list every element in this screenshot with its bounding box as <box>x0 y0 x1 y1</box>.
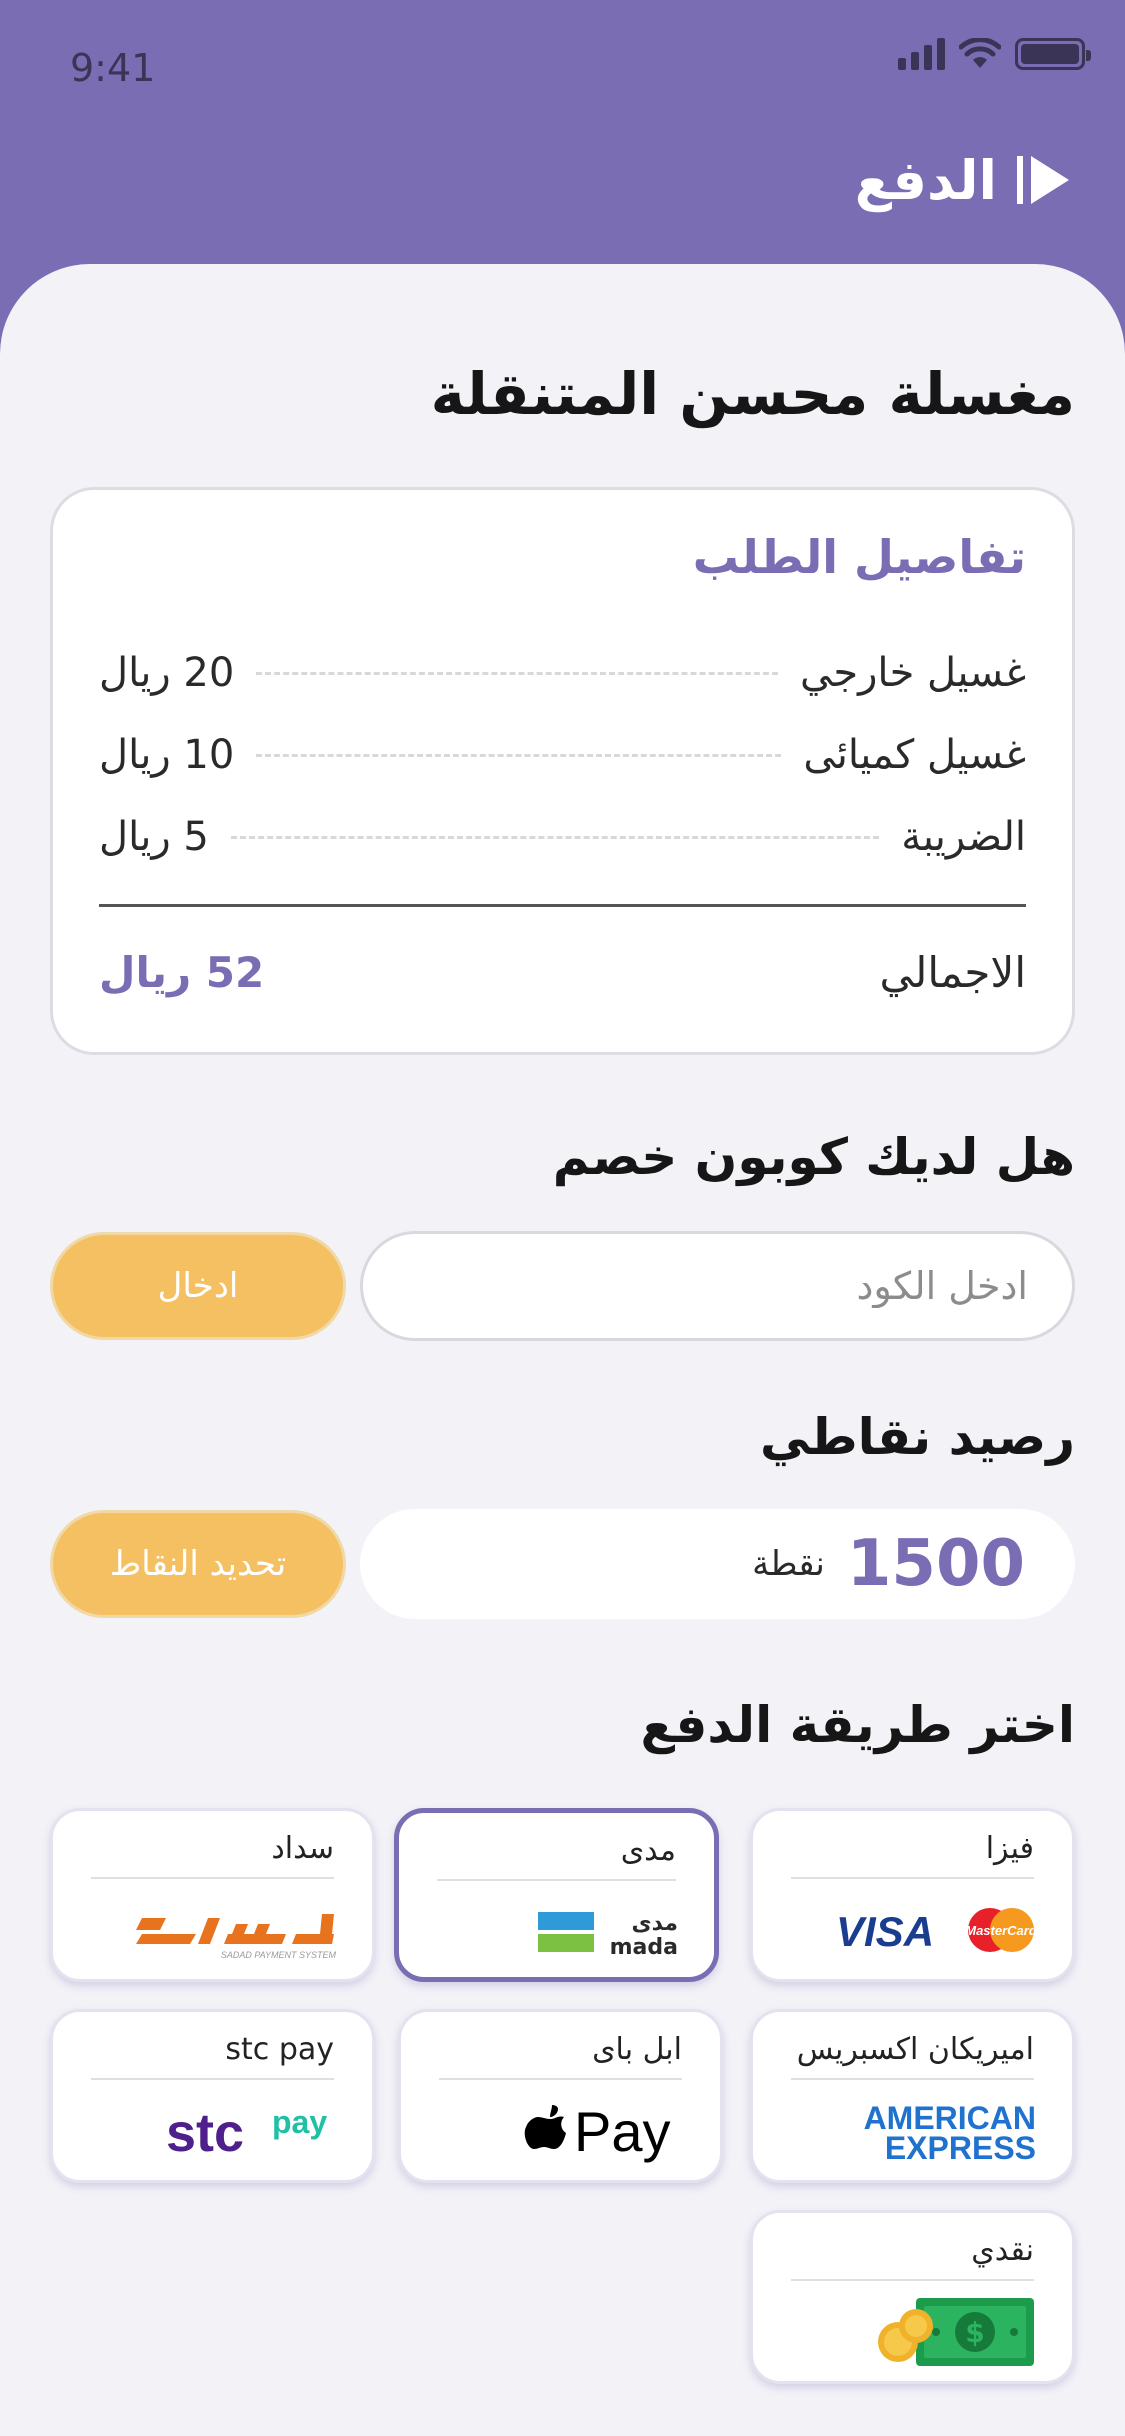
payment-method-stc-pay[interactable]: stc pay stc pay <box>50 2009 375 2183</box>
total-value: 52 ريال <box>99 948 265 997</box>
page-header: الدفع <box>855 140 1073 220</box>
dashed-leader <box>230 835 880 839</box>
total-label: الاجمالي <box>879 948 1026 997</box>
points-value: 1500 <box>846 1527 1025 1601</box>
order-details-title: تفاصيل الطلب <box>692 530 1026 584</box>
stc-pay-text: pay <box>272 2104 327 2140</box>
shop-name: مغسلة محسن المتنقلة <box>430 360 1075 428</box>
payment-method-label: نقدي <box>971 2233 1034 2268</box>
payment-separator <box>91 1877 334 1879</box>
order-line-item: غسيل خارجي 20 ريال <box>99 648 1026 698</box>
apply-coupon-button[interactable]: ادخال <box>50 1232 346 1340</box>
apple-pay-logo-icon: Pay <box>524 2096 684 2166</box>
mada-logo-icon: مدى mada <box>538 1897 678 1967</box>
payment-method-label: فيزا <box>985 1831 1034 1866</box>
payment-method-visa[interactable]: فيزا VISA MasterCard <box>750 1808 1075 1982</box>
order-line-item: غسيل كميائى 10 ريال <box>99 730 1026 780</box>
cellular-signal-icon <box>898 38 945 70</box>
payment-method-label: ابل باى <box>592 2032 682 2067</box>
sadad-logo-icon: SADAD PAYMENT SYSTEM <box>136 1895 336 1965</box>
item-price: 10 ريال <box>99 732 235 778</box>
svg-text:$: $ <box>965 2316 984 2349</box>
back-play-icon[interactable] <box>1017 154 1073 206</box>
payment-method-sadad[interactable]: سداد SADAD PAYMENT SYSTEM <box>50 1808 375 1982</box>
payment-method-label: مدى <box>620 1833 676 1868</box>
points-balance: 1500 نقطة <box>360 1509 1075 1619</box>
coupon-code-input[interactable] <box>360 1231 1075 1341</box>
battery-icon <box>1015 38 1091 70</box>
status-bar: 9:41 <box>0 0 1125 130</box>
points-title: رصيد نقاطي <box>759 1408 1075 1466</box>
status-time: 9:41 <box>70 46 156 90</box>
payment-method-label: اميريكان اكسبريس <box>796 2032 1034 2067</box>
item-name: الضريبة <box>901 814 1026 860</box>
cash-money-icon: $ <box>876 2297 1036 2367</box>
select-points-button[interactable]: تحديد النقاط <box>50 1510 346 1618</box>
wifi-icon <box>959 38 1001 68</box>
order-details-card: تفاصيل الطلب غسيل خارجي 20 ريال غسيل كمي… <box>50 487 1075 1055</box>
points-unit: نقطة <box>752 1544 825 1584</box>
content-sheet: مغسلة محسن المتنقلة تفاصيل الطلب غسيل خا… <box>0 264 1125 2436</box>
sadad-subtitle: SADAD PAYMENT SYSTEM <box>221 1950 336 1960</box>
item-price: 5 ريال <box>99 814 209 860</box>
page-title: الدفع <box>854 148 997 212</box>
stc-pay-logo-icon: stc pay <box>166 2096 336 2166</box>
mada-english-text: mada <box>610 1935 678 1960</box>
apple-pay-text: Pay <box>574 2100 671 2163</box>
dashed-leader <box>256 671 779 675</box>
payment-separator <box>437 1879 676 1881</box>
payment-method-mada[interactable]: مدى مدى mada <box>394 1808 719 1982</box>
payment-separator <box>791 2078 1034 2080</box>
visa-mastercard-logo-icon: VISA MasterCard <box>836 1895 1036 1965</box>
mastercard-text: MasterCard <box>965 1923 1036 1938</box>
payment-method-label: stc pay <box>225 2032 334 2067</box>
visa-text: VISA <box>836 1908 934 1955</box>
amex-logo-icon: AMERICAN EXPRESS <box>836 2096 1036 2166</box>
payment-separator <box>791 1877 1034 1879</box>
mada-arabic-text: مدى <box>632 1911 679 1936</box>
payment-method-amex[interactable]: اميريكان اكسبريس AMERICAN EXPRESS <box>750 2009 1075 2183</box>
item-name: غسيل كميائى <box>803 732 1026 778</box>
order-line-item: الضريبة 5 ريال <box>99 812 1026 862</box>
payment-method-label: سداد <box>271 1831 334 1866</box>
item-price: 20 ريال <box>99 650 235 696</box>
amex-line2: EXPRESS <box>885 2130 1036 2163</box>
payment-title: اختر طريقة الدفع <box>640 1696 1075 1754</box>
item-name: غسيل خارجي <box>800 650 1026 696</box>
payment-separator <box>439 2078 682 2080</box>
total-divider <box>99 904 1026 907</box>
payment-separator <box>91 2078 334 2080</box>
payment-method-cash[interactable]: نقدي $ <box>750 2210 1075 2384</box>
status-icons <box>898 38 1091 70</box>
payment-separator <box>791 2279 1034 2281</box>
payment-method-apple-pay[interactable]: ابل باى Pay <box>398 2009 723 2183</box>
coupon-title: هل لديك كوبون خصم <box>552 1128 1075 1186</box>
dashed-leader <box>256 753 782 757</box>
stc-text: stc <box>166 2103 244 2163</box>
